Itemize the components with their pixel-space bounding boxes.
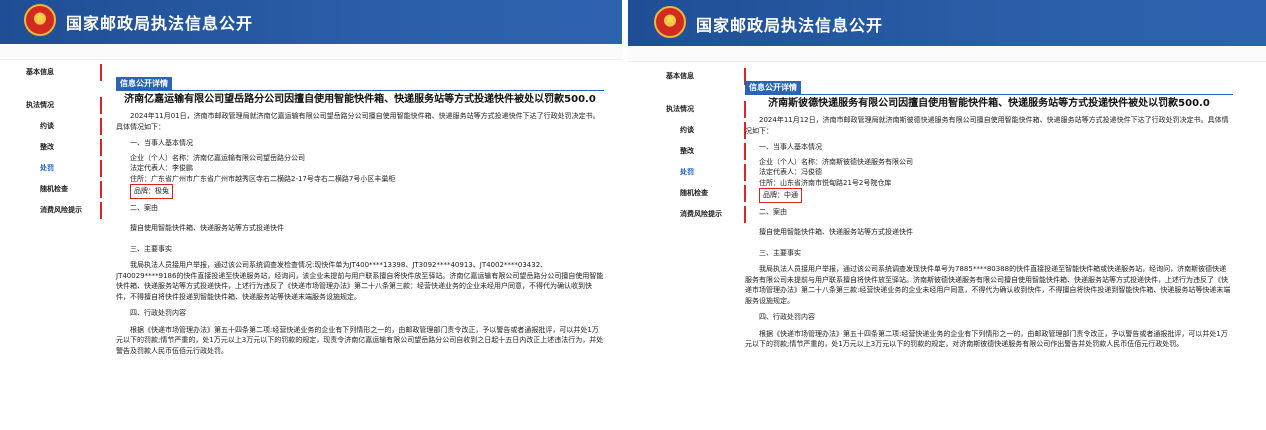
tab-info-detail: 信息公开详情 <box>745 81 801 95</box>
section-heading-penalty: 四、行政处罚内容 <box>759 313 815 321</box>
national-emblem-icon <box>654 6 686 38</box>
address: 住所：山东省济南市悦甸路21号2号院仓库 <box>759 178 892 187</box>
sidebar-item-label: 消费风险提示 <box>40 206 82 214</box>
sidebar-red-bar <box>100 202 102 219</box>
sidebar-item-label: 整改 <box>40 143 54 151</box>
sidebar-item-consumer-risk[interactable]: 消费风险提示 <box>0 200 102 221</box>
sidebar-item-label: 随机检查 <box>680 189 708 197</box>
sidebar-red-bar <box>100 160 102 177</box>
section-heading-cause: 二、案由 <box>759 207 787 216</box>
facts-paragraph: 我局执法人员接用户举报，通过该公司系统调查发检查情况:现快件单为JT400***… <box>116 261 604 301</box>
site-title[interactable]: 国家邮政局执法信息公开 <box>696 12 883 36</box>
header-sub-strip <box>628 46 1266 62</box>
sidebar-item-basic-info[interactable]: 基本信息 <box>0 62 102 83</box>
intro-paragraph: 2024年11月12日，济南市邮政管理局就济南斯彼德快递服务有限公司擅自使用智能… <box>745 116 1229 135</box>
site-title[interactable]: 国家邮政局执法信息公开 <box>66 10 253 34</box>
sidebar-item-label: 处罚 <box>680 168 694 176</box>
sidebar-item-label: 约谈 <box>40 122 54 130</box>
sidebar-red-bar <box>100 64 102 81</box>
left-screenshot-panel: 国家邮政局执法信息公开 基本信息 执法情况 约谈 整改 处罚 随机检查 消费风险… <box>0 0 622 430</box>
site-header: 国家邮政局执法信息公开 <box>628 0 1266 46</box>
sidebar-item-interview[interactable]: 约谈 <box>0 116 102 137</box>
intro-paragraph: 2024年11月01日，济南市邮政管理局就济南亿嘉运输有限公司望岳路分公司擅自使… <box>116 112 600 131</box>
sidebar-red-bar <box>100 181 102 198</box>
sidebar-item-interview[interactable]: 约谈 <box>640 120 746 141</box>
sidebar-item-label: 处罚 <box>40 164 54 172</box>
section-heading-party: 一、当事人基本情况 <box>130 139 193 147</box>
sidebar-item-label: 随机检查 <box>40 185 68 193</box>
sidebar-item-enforcement[interactable]: 执法情况 <box>0 95 102 116</box>
sidebar-red-bar <box>100 139 102 156</box>
sidebar-item-label: 消费风险提示 <box>680 210 722 218</box>
sidebar-item-label: 整改 <box>680 147 694 155</box>
section-heading-facts: 三、主要事实 <box>130 244 172 253</box>
sidebar-item-random-inspection[interactable]: 随机检查 <box>0 179 102 200</box>
section-heading-cause: 二、案由 <box>130 203 158 212</box>
tab-divider <box>116 90 604 91</box>
page-title: 济南斯彼德快递服务有限公司因擅自使用智能快件箱、快递服务站等方式投递快件被处以罚… <box>768 98 1210 109</box>
sidebar-item-random-inspection[interactable]: 随机检查 <box>640 183 746 204</box>
company-name: 企业（个人）名称：济南亿嘉运输有限公司望岳路分公司 <box>130 153 305 162</box>
tab-info-detail: 信息公开详情 <box>116 77 172 91</box>
tab-divider <box>745 94 1233 95</box>
site-header: 国家邮政局执法信息公开 <box>0 0 622 44</box>
sidebar-item-rectification[interactable]: 整改 <box>0 137 102 158</box>
address: 住所：广东省广州市广东省广州市越秀区寺右二横路2-17号寺右二横路7号小区丰巢柜 <box>130 174 396 183</box>
sidebar-item-penalty[interactable]: 处罚 <box>640 162 746 183</box>
brand-highlight: 品牌：极兔 <box>130 184 173 199</box>
legal-representative: 法定代表人：李俊鹏 <box>130 164 193 172</box>
facts-paragraph: 我局执法人员接用户举报，通过该公司系统调查发现快件单号为7885****8038… <box>745 265 1231 305</box>
case-cause: 擅自使用智能快件箱、快递服务站等方式投递快件 <box>759 228 913 236</box>
detail-content: 信息公开详情 济南斯彼德快递服务有限公司因擅自使用智能快件箱、快递服务站等方式投… <box>745 75 1233 350</box>
penalty-paragraph: 根据《快递市场管理办法》第五十四条第二项:经营快递业务的企业有下列情形之一的，由… <box>745 329 1228 349</box>
sidebar-item-consumer-risk[interactable]: 消费风险提示 <box>640 204 746 225</box>
sidebar-red-bar <box>100 97 102 114</box>
right-screenshot-panel: 国家邮政局执法信息公开 基本信息 执法情况 约谈 整改 处罚 随机检查 消费风险… <box>628 0 1266 430</box>
case-cause: 擅自使用智能快件箱、快递服务站等方式投递快件 <box>130 224 284 232</box>
sidebar-item-basic-info[interactable]: 基本信息 <box>640 66 746 87</box>
sidebar-nav: 基本信息 执法情况 约谈 整改 处罚 随机检查 消费风险提示 <box>640 66 746 225</box>
penalty-paragraph: 根据《快递市场管理办法》第五十四条第二项:经营快递业务的企业有下列情形之一的，由… <box>116 325 604 355</box>
national-emblem-icon <box>24 4 56 36</box>
sidebar-item-label: 执法情况 <box>26 101 54 109</box>
sidebar-item-label: 约谈 <box>680 126 694 134</box>
page-title: 济南亿嘉运输有限公司望岳路分公司因擅自使用智能快件箱、快递服务站等方式投递快件被… <box>124 94 596 105</box>
section-heading-party: 一、当事人基本情况 <box>759 143 822 151</box>
brand-highlight: 品牌：中通 <box>759 188 802 203</box>
sidebar-item-penalty[interactable]: 处罚 <box>0 158 102 179</box>
sidebar-nav: 基本信息 执法情况 约谈 整改 处罚 随机检查 消费风险提示 <box>0 62 102 221</box>
sidebar-item-rectification[interactable]: 整改 <box>640 141 746 162</box>
sidebar-item-label: 基本信息 <box>666 72 694 80</box>
company-name: 企业（个人）名称：济南斯彼德快递服务有限公司 <box>759 157 913 166</box>
section-heading-facts: 三、主要事实 <box>759 248 801 257</box>
legal-representative: 法定代表人：冯俊德 <box>759 168 822 176</box>
detail-content: 信息公开详情 济南亿嘉运输有限公司望岳路分公司因擅自使用智能快件箱、快递服务站等… <box>116 71 604 356</box>
sidebar-item-label: 执法情况 <box>666 105 694 113</box>
section-heading-penalty: 四、行政处罚内容 <box>130 309 186 317</box>
sidebar-item-enforcement[interactable]: 执法情况 <box>640 99 746 120</box>
sidebar-item-label: 基本信息 <box>26 68 54 76</box>
header-sub-strip <box>0 44 622 60</box>
sidebar-red-bar <box>100 118 102 135</box>
